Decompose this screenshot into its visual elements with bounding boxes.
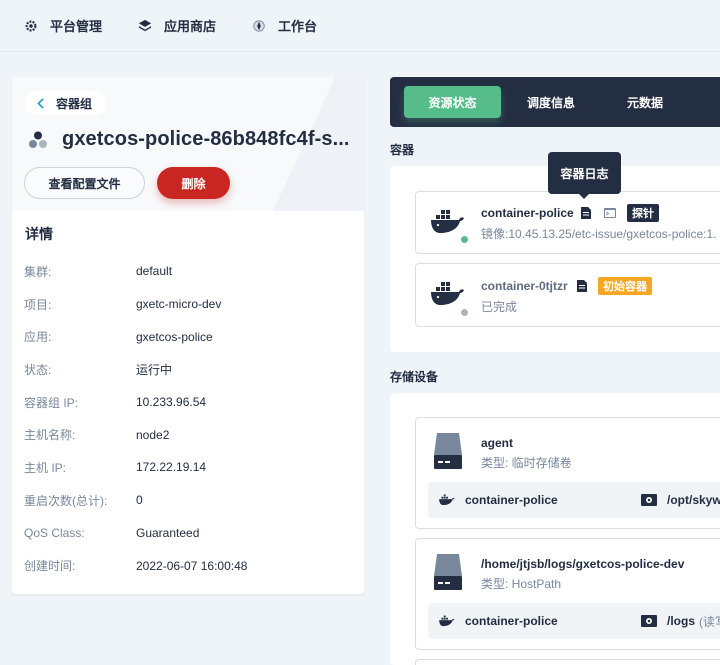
nav-label: 应用商店 [164, 19, 217, 34]
volume-type: 类型: 临时存储卷 [481, 456, 572, 470]
tab-scheduling-info[interactable]: 调度信息 [501, 86, 601, 118]
nav-label: 平台管理 [50, 19, 103, 34]
detail-row: 主机名称: node2 [24, 418, 354, 451]
detail-value: 运行中 [136, 362, 173, 377]
tab-resource-status[interactable]: 资源状态 [404, 86, 501, 118]
volume-type: 类型: HostPath [481, 577, 562, 591]
pod-detail-card: 容器组 gxetcos-police-86b848fc4f-s... 查看配置文… [12, 77, 364, 594]
mount-point-icon [641, 615, 657, 627]
mount-point-icon [641, 494, 657, 506]
breadcrumb-label: 容器组 [56, 96, 93, 111]
nav-workbench[interactable]: 工作台 [252, 16, 317, 35]
detail-key: 主机 IP: [24, 460, 67, 475]
volume-mount: container-police /logs (读写 [428, 603, 720, 639]
detail-key: 集群: [24, 264, 52, 279]
disk-icon [434, 554, 462, 590]
detail-key: 项目: [24, 297, 52, 312]
container-name: container-0tjtzr [481, 279, 568, 293]
detail-key: QoS Class: [24, 525, 85, 540]
detail-key: 应用: [24, 330, 52, 345]
details-title: 详情 [25, 226, 53, 242]
mount-path: /opt/skyw [667, 493, 720, 507]
detail-value: 2022-06-07 16:00:48 [136, 558, 248, 573]
detail-key: 主机名称: [24, 428, 76, 443]
workbench-icon [253, 19, 265, 32]
detail-row: 重启次数(总计): 0 [24, 484, 354, 517]
pod-header: 容器组 gxetcos-police-86b848fc4f-s... 查看配置文… [12, 77, 364, 211]
docker-icon [431, 210, 464, 233]
volume-card-partial[interactable] [415, 659, 720, 665]
volume-card[interactable]: agent 类型: 临时存储卷 container-police /opt/sk… [415, 417, 720, 529]
log-file-icon[interactable] [581, 207, 591, 219]
detail-key: 重启次数(总计): [24, 493, 108, 508]
nav-label: 工作台 [278, 19, 318, 34]
init-container-tag: 初始容器 [598, 277, 652, 295]
container-image: 镜像:10.45.13.25/etc-issue/gxetcos-police:… [481, 227, 717, 241]
volume-name: /home/jtjsb/logs/gxetcos-police-dev [481, 557, 685, 571]
mount-mode: (读写 [699, 614, 720, 629]
detail-value: 0 [136, 493, 143, 508]
app-store-icon [138, 19, 152, 31]
detail-value: gxetc-micro-dev [136, 297, 222, 312]
detail-key: 状态: [24, 362, 52, 377]
detail-row: QoS Class: Guaranteed [24, 517, 354, 550]
disk-icon [434, 433, 462, 469]
detail-key: 容器组 IP: [24, 395, 79, 410]
detail-row: 容器组 IP: 10.233.96.54 [24, 386, 354, 419]
volume-name: agent [481, 436, 514, 450]
tab-metadata[interactable]: 元数据 [601, 86, 689, 118]
detail-row: 主机 IP: 172.22.19.14 [24, 451, 354, 484]
detail-row: 状态: 运行中 [24, 353, 354, 386]
docker-icon [439, 494, 455, 506]
pod-icon [29, 131, 47, 148]
breadcrumb-pods[interactable]: 容器组 [25, 91, 107, 115]
top-nav: 平台管理 应用商店 工作台 [0, 0, 720, 52]
detail-row: 创建时间: 2022-06-07 16:00:48 [24, 549, 354, 582]
detail-key: 创建时间: [24, 559, 76, 574]
detail-value: default [136, 264, 173, 279]
mount-container: container-police [465, 614, 558, 628]
container-log-tooltip: 容器日志 [548, 152, 621, 199]
detail-value: 10.233.96.54 [136, 395, 207, 410]
log-file-icon[interactable] [577, 280, 587, 292]
status-dot [460, 308, 469, 317]
containers-section-title: 容器 [390, 143, 415, 157]
nav-app-store[interactable]: 应用商店 [138, 16, 216, 35]
volume-card[interactable]: /home/jtjsb/logs/gxetcos-police-dev 类型: … [415, 538, 720, 650]
detail-tabs: 资源状态 调度信息 元数据 [390, 77, 720, 127]
storage-section-title: 存储设备 [390, 370, 439, 384]
container-status: 已完成 [481, 300, 518, 314]
probe-tag: 探针 [627, 204, 659, 222]
container-name: container-police [481, 206, 574, 220]
pod-name: gxetcos-police-86b848fc4f-s... [62, 128, 350, 150]
chevron-left-icon [37, 97, 44, 109]
view-config-button[interactable]: 查看配置文件 [24, 167, 145, 199]
volume-mount: container-police /opt/skyw [428, 482, 720, 518]
container-card[interactable]: container-police 探针 镜像:10.45.13.25/etc-i… [415, 191, 720, 254]
detail-row: 应用: gxetcos-police [24, 320, 354, 353]
detail-value: Guaranteed [136, 525, 200, 540]
detail-row: 项目: gxetc-micro-dev [24, 288, 354, 321]
docker-icon [431, 282, 464, 305]
storage-panel: agent 类型: 临时存储卷 container-police /opt/sk… [390, 393, 720, 665]
detail-value: gxetcos-police [136, 329, 213, 344]
terminal-icon[interactable] [604, 208, 616, 218]
delete-button[interactable]: 删除 [157, 167, 230, 199]
page-title: gxetcos-police-86b848fc4f-s... [28, 128, 350, 151]
container-card[interactable]: container-0tjtzr 初始容器 已完成 [415, 263, 720, 327]
gear-icon [25, 20, 37, 31]
detail-value: 172.22.19.14 [136, 460, 207, 475]
mount-container: container-police [465, 493, 558, 507]
details-list: 集群: default 项目: gxetc-micro-dev 应用: gxetcos… [24, 255, 354, 582]
nav-platform-management[interactable]: 平台管理 [24, 16, 102, 35]
mount-path: /logs [667, 614, 696, 628]
status-dot [460, 235, 469, 244]
detail-value: node2 [136, 427, 170, 442]
detail-row: 集群: default [24, 255, 354, 288]
docker-icon [439, 615, 455, 627]
